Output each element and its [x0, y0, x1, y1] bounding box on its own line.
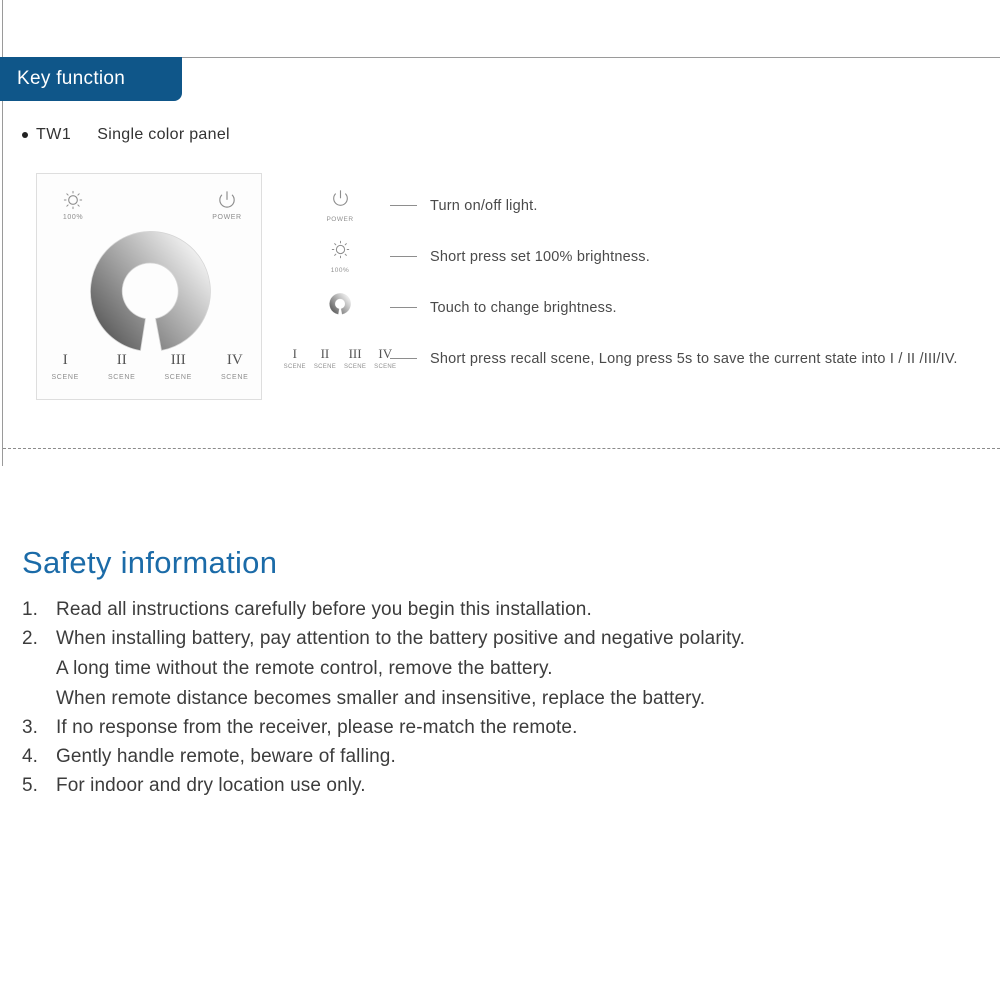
safety-item-text: When installing battery, pay attention t… — [56, 628, 746, 649]
safety-information-section: Safety information 1. Read all instructi… — [22, 545, 982, 804]
legend-scene-caption: SCENE — [313, 364, 336, 370]
safety-item-text: Read all instructions carefully before y… — [56, 599, 592, 620]
legend-row-brightness: 100% Short press set 100% brightness. — [290, 231, 990, 282]
safety-item-body: Read all instructions carefully before y… — [56, 599, 592, 621]
safety-item-number: 5. — [22, 775, 38, 796]
panel-scene-button-1[interactable]: I SCENE — [37, 352, 94, 381]
legend-text-power: Turn on/off light. — [430, 197, 538, 214]
panel-scene-numeral: I — [62, 352, 68, 368]
legend-scene-numeral: IV — [378, 346, 393, 361]
safety-list-item: 5. For indoor and dry location use only. — [22, 775, 982, 797]
legend-scene-caption: SCENE — [283, 364, 306, 370]
safety-item-number: 2. — [22, 628, 38, 649]
legend-text-dimmer: Touch to change brightness. — [430, 299, 617, 316]
safety-item-continuation: A long time without the remote control, … — [56, 658, 553, 679]
legend-icon-scene: I SCENE II SCENE III SCENE IV SCENE — [284, 347, 396, 370]
safety-item-text: If no response from the receiver, please… — [56, 717, 578, 738]
legend-row-scene: I SCENE II SCENE III SCENE IV SCENE Shor… — [284, 333, 990, 384]
panel-scene-button-2[interactable]: II SCENE — [94, 352, 151, 381]
bullet-dot-icon — [22, 132, 28, 138]
safety-item-body: Gently handle remote, beware of falling. — [56, 746, 396, 768]
panel-brightness-caption: 100% — [62, 214, 84, 221]
safety-item-number: 3. — [22, 717, 38, 738]
safety-list-item: 1. Read all instructions carefully befor… — [22, 599, 982, 621]
panel-scene-caption: SCENE — [51, 373, 80, 381]
panel-scene-button-4[interactable]: IV SCENE — [207, 352, 264, 381]
legend-icon-dimmer — [290, 292, 390, 323]
panel-power-button[interactable]: POWER — [197, 190, 257, 221]
legend-scene-numeral: III — [348, 346, 362, 361]
safety-item-continuation: When remote distance becomes smaller and… — [56, 688, 706, 709]
legend-scene-numeral: I — [292, 346, 297, 361]
header-horizontal-rule — [182, 57, 1000, 58]
panel-scene-button-row: I SCENE II SCENE III SCENE IV SCENE — [37, 352, 263, 381]
panel-scene-caption: SCENE — [220, 373, 249, 381]
device-panel-illustration: 100% POWER I SCENE II SCENE III SCENE IV… — [36, 173, 262, 400]
product-model-description: Single color panel — [97, 126, 230, 143]
panel-brightness-button[interactable]: 100% — [43, 190, 103, 221]
legend-icon-brightness: 100% — [290, 240, 390, 274]
panel-scene-numeral: III — [170, 352, 186, 368]
dimmer-ring-icon[interactable] — [88, 230, 212, 354]
legend-row-dimmer: Touch to change brightness. — [290, 282, 990, 333]
legend-scene-4: IV SCENE — [374, 347, 396, 370]
safety-information-list: 1. Read all instructions carefully befor… — [22, 599, 982, 797]
legend-text-brightness: Short press set 100% brightness. — [430, 248, 650, 265]
safety-item-body: For indoor and dry location use only. — [56, 775, 366, 797]
safety-list-item: 3. If no response from the receiver, ple… — [22, 717, 982, 739]
legend-scene-1: I SCENE — [284, 347, 306, 370]
section-dashed-divider — [3, 448, 1000, 449]
panel-scene-caption: SCENE — [164, 373, 193, 381]
panel-scene-numeral: IV — [226, 352, 243, 368]
sun-brightness-icon — [63, 190, 83, 210]
legend-icon-caption: 100% — [330, 266, 350, 274]
product-model-line: TW1 Single color panel — [22, 126, 230, 144]
dimmer-ring-icon — [329, 292, 351, 314]
safety-item-text: For indoor and dry location use only. — [56, 775, 366, 796]
legend-text-scene: Short press recall scene, Long press 5s … — [430, 350, 958, 367]
panel-scene-caption: SCENE — [107, 373, 136, 381]
legend-scene-3: III SCENE — [344, 347, 366, 370]
panel-scene-numeral: II — [116, 352, 127, 368]
legend-scene-numeral: II — [320, 346, 330, 361]
safety-item-number: 4. — [22, 746, 38, 767]
scene-numerals-icon: I SCENE II SCENE III SCENE IV SCENE — [284, 347, 396, 370]
safety-item-body: When installing battery, pay attention t… — [56, 628, 745, 710]
key-function-title: Key function — [17, 68, 126, 89]
legend-dash — [390, 307, 417, 308]
legend-icon-caption: POWER — [326, 215, 354, 223]
safety-list-item: 4. Gently handle remote, beware of falli… — [22, 746, 982, 768]
legend-scene-2: II SCENE — [314, 347, 336, 370]
panel-power-caption: POWER — [212, 214, 242, 221]
key-function-banner: Key function — [0, 57, 182, 101]
legend-row-power: POWER Turn on/off light. — [290, 180, 990, 231]
legend-dash — [390, 256, 417, 257]
power-icon — [219, 191, 235, 208]
sun-brightness-icon — [331, 240, 349, 258]
product-model-name: TW1 — [36, 126, 72, 143]
safety-information-heading: Safety information — [22, 545, 278, 580]
legend-scene-caption: SCENE — [374, 364, 397, 370]
safety-item-text: Gently handle remote, beware of falling. — [56, 746, 396, 767]
legend-scene-caption: SCENE — [344, 364, 367, 370]
safety-item-number: 1. — [22, 599, 38, 620]
legend-dash — [390, 205, 417, 206]
panel-scene-button-3[interactable]: III SCENE — [150, 352, 207, 381]
key-function-legend: POWER Turn on/off light. 100% Short pres… — [284, 180, 990, 384]
safety-list-item: 2. When installing battery, pay attentio… — [22, 628, 982, 710]
safety-item-body: If no response from the receiver, please… — [56, 717, 577, 739]
power-icon — [332, 189, 348, 206]
legend-icon-power: POWER — [290, 189, 390, 223]
